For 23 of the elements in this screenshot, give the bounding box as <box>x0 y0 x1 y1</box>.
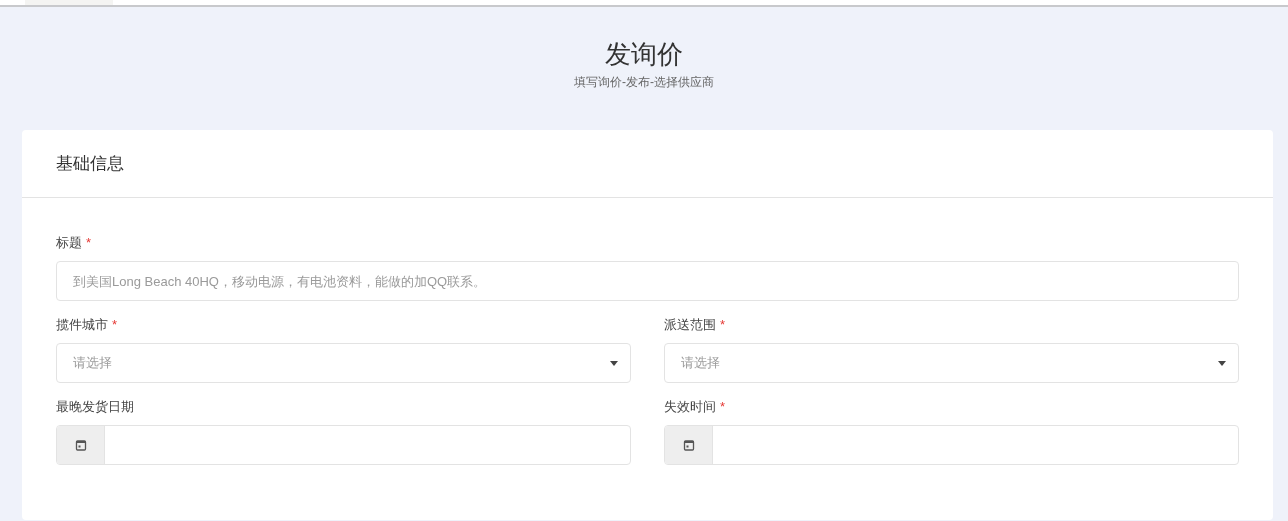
required-asterisk: * <box>86 234 92 253</box>
caret-icon <box>1218 360 1226 366</box>
card-title: 基础信息 <box>56 152 124 175</box>
page-subtitle: 填写询价-发布-选择供应商 <box>574 74 714 91</box>
calendar-icon <box>682 439 695 451</box>
date-field[interactable] <box>56 425 631 465</box>
select-field[interactable]: 请选择 <box>56 343 631 383</box>
field-label: 揽件城市 <box>56 316 108 335</box>
field-label: 最晚发货日期 <box>56 398 134 417</box>
page-title: 发询价 <box>605 38 683 71</box>
select-field[interactable]: 请选择 <box>664 343 1239 383</box>
date-field[interactable] <box>664 425 1239 465</box>
select-placeholder: 请选择 <box>681 354 720 373</box>
calendar-icon <box>74 439 87 451</box>
required-asterisk: * <box>112 316 118 335</box>
required-asterisk: * <box>720 316 726 335</box>
required-asterisk: * <box>720 398 726 417</box>
select-placeholder: 请选择 <box>73 354 112 373</box>
caret-icon <box>610 360 618 366</box>
field-label: 失效时间 <box>664 398 716 417</box>
title-input[interactable]: 到美国Long Beach 40HQ，移动电源，有电池资料，能做的加QQ联系。 <box>56 261 1239 301</box>
field-label: 标题 <box>56 234 82 253</box>
field-label: 派送范围 <box>664 316 716 335</box>
